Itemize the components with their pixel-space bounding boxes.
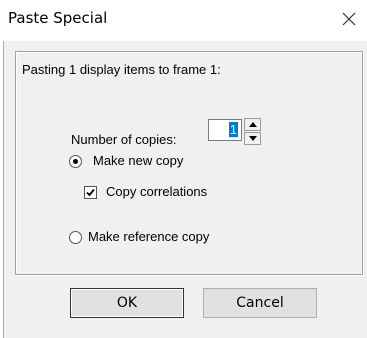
dialog-body: Pasting 1 display items to frame 1: Numb… <box>3 41 367 338</box>
close-icon[interactable] <box>339 9 359 29</box>
spin-up-button[interactable] <box>244 118 261 131</box>
copy-correlations-label[interactable]: Copy correlations <box>106 184 207 199</box>
copy-correlations-checkbox[interactable] <box>84 186 97 199</box>
copies-label: Number of copies: <box>71 132 177 147</box>
make-new-copy-label[interactable]: Make new copy <box>93 153 183 168</box>
checkmark-icon <box>86 188 95 197</box>
triangle-down-icon <box>249 136 257 141</box>
ok-button[interactable]: OK <box>70 288 184 318</box>
make-new-copy-radio[interactable] <box>69 155 82 168</box>
paste-heading: Pasting 1 display items to frame 1: <box>22 62 221 77</box>
triangle-up-icon <box>249 122 257 127</box>
make-reference-copy-label[interactable]: Make reference copy <box>88 229 209 244</box>
copies-input[interactable]: 1 <box>208 119 242 141</box>
make-reference-copy-radio[interactable] <box>69 231 82 244</box>
cancel-button[interactable]: Cancel <box>203 288 317 318</box>
dialog-title: Paste Special <box>8 9 108 27</box>
spin-down-button[interactable] <box>244 132 261 145</box>
copies-value: 1 <box>228 122 238 137</box>
title-bar: Paste Special <box>0 0 367 40</box>
paste-options-group: Pasting 1 display items to frame 1: Numb… <box>15 51 363 275</box>
